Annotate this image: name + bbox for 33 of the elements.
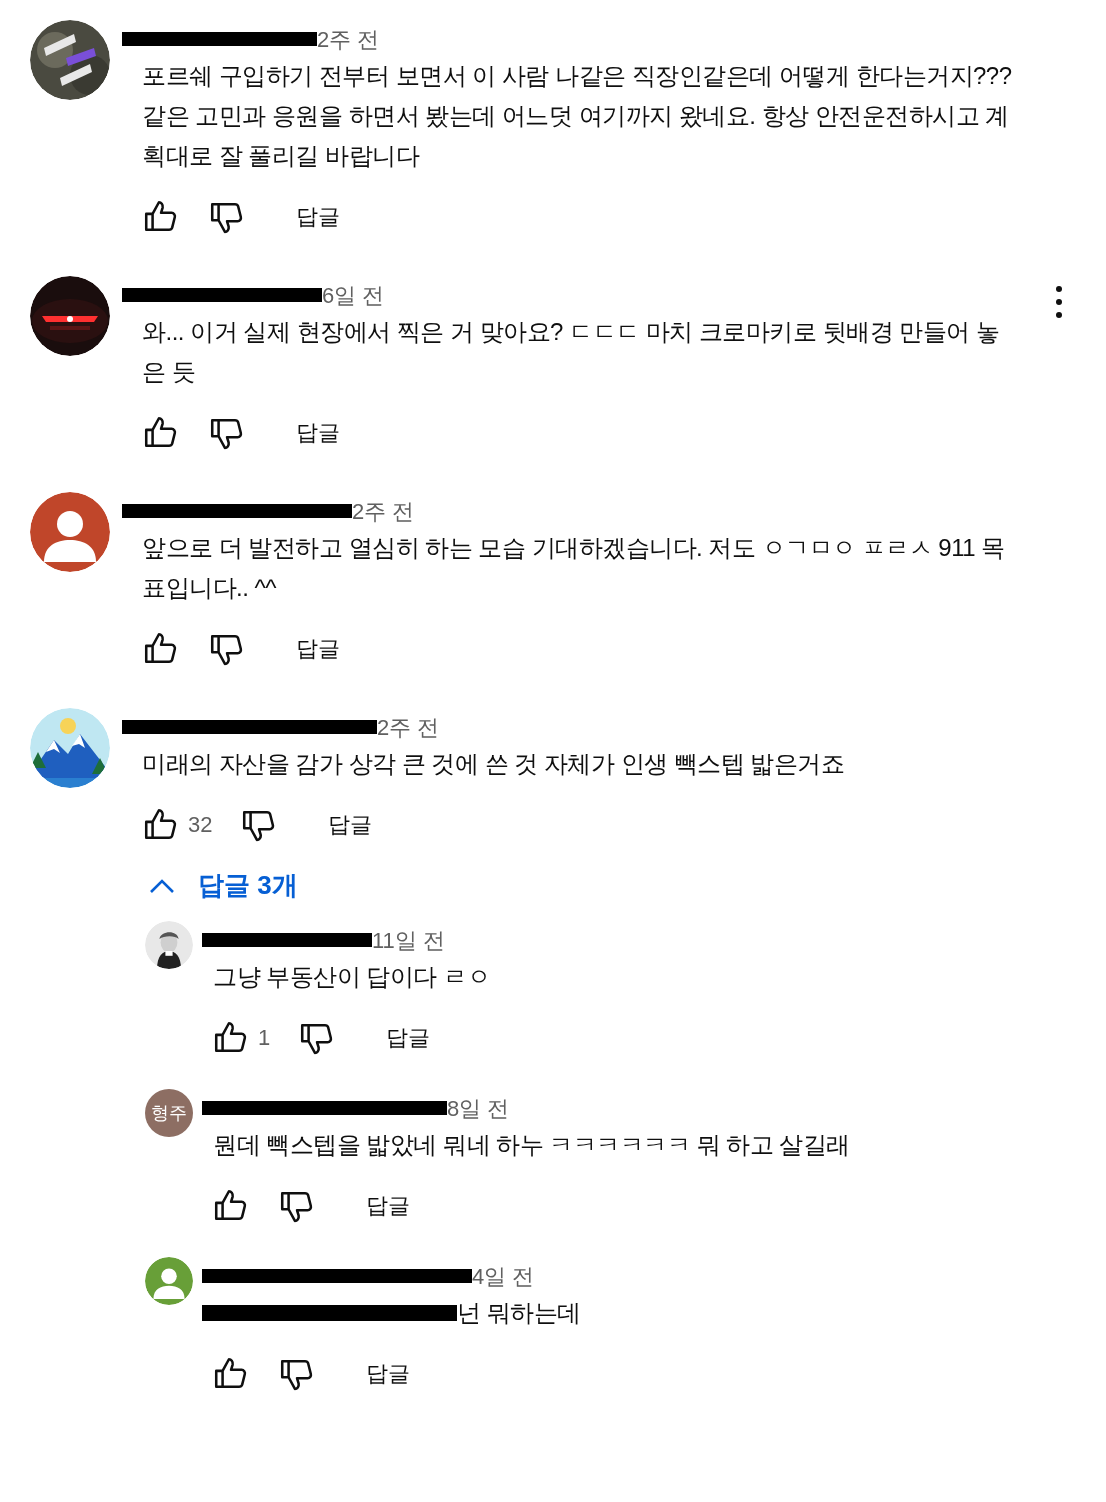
reply-button[interactable]: 답글 <box>386 1020 431 1054</box>
thumbs-up-icon <box>142 630 178 666</box>
comment-time: 2주 전 <box>377 713 440 742</box>
comment-time: 11일 전 <box>372 926 445 955</box>
comment-text: 포르쉐 구입하기 전부터 보면서 이 사람 나같은 직장인같은데 어떻게 한다는거지??? 같은 고민과 응원을 하면서 봤는데 어느덧 여기까지 왔네요. 항상 안전운전하시고 계획대로 잘 풀리길 바랍니다 <box>142 61 1013 171</box>
comment-time: 2주 전 <box>352 497 415 526</box>
thumbs-up-icon <box>142 414 178 450</box>
thumbs-up-icon <box>142 198 178 234</box>
thumbs-up-icon <box>212 1355 248 1391</box>
reply-button[interactable]: 답글 <box>366 1356 410 1390</box>
comment-time: 2주 전 <box>317 25 380 54</box>
reply-button[interactable]: 답글 <box>366 1188 410 1222</box>
reply-button[interactable]: 답글 <box>296 199 340 233</box>
thumbs-up-icon <box>142 806 178 842</box>
like-count: 32 <box>188 810 213 839</box>
reply-button[interactable]: 답글 <box>296 631 340 665</box>
comment-text: 뭔데 빽스텝을 밟았네 뭐네 하누 ㅋㅋㅋㅋㅋㅋ 뭐 하고 살길래 <box>213 1130 850 1160</box>
reply-button[interactable]: 답글 <box>296 415 340 449</box>
comment-time: 4일 전 <box>472 1262 535 1291</box>
comment-text: 넌 뭐하는데 <box>457 1298 581 1328</box>
replies-toggle[interactable]: 답글 3개 <box>148 866 298 905</box>
comment-text: 와... 이거 실제 현장에서 찍은 거 맞아요? ㄷㄷㄷ 마치 크로마키로 뒷배경 만들어 놓은 듯 <box>142 317 1001 387</box>
comment-text: 미래의 자산을 감가 상각 큰 것에 쓴 것 자체가 인생 빽스텝 밟은거죠 <box>142 749 846 779</box>
like-count: 1 <box>258 1023 271 1052</box>
comment-text: 그냥 부동산이 답이다 ㄹㅇ <box>213 962 490 992</box>
thumbs-up-icon <box>212 1187 248 1223</box>
comment-time: 6일 전 <box>322 281 385 310</box>
reply-button[interactable]: 답글 <box>328 807 373 841</box>
comment-text: 앞으로 더 발전하고 열심히 하는 모습 기대하겠습니다. 저도 ㅇㄱㅁㅇ ㅍㄹㅅ 911 목표입니다.. ^^ <box>142 533 1006 603</box>
thumbs-up-icon <box>212 1019 248 1055</box>
avatar-icon <box>145 1257 193 1305</box>
avatar-icon: 형주 <box>145 1089 193 1137</box>
comment-time: 8일 전 <box>447 1094 510 1123</box>
